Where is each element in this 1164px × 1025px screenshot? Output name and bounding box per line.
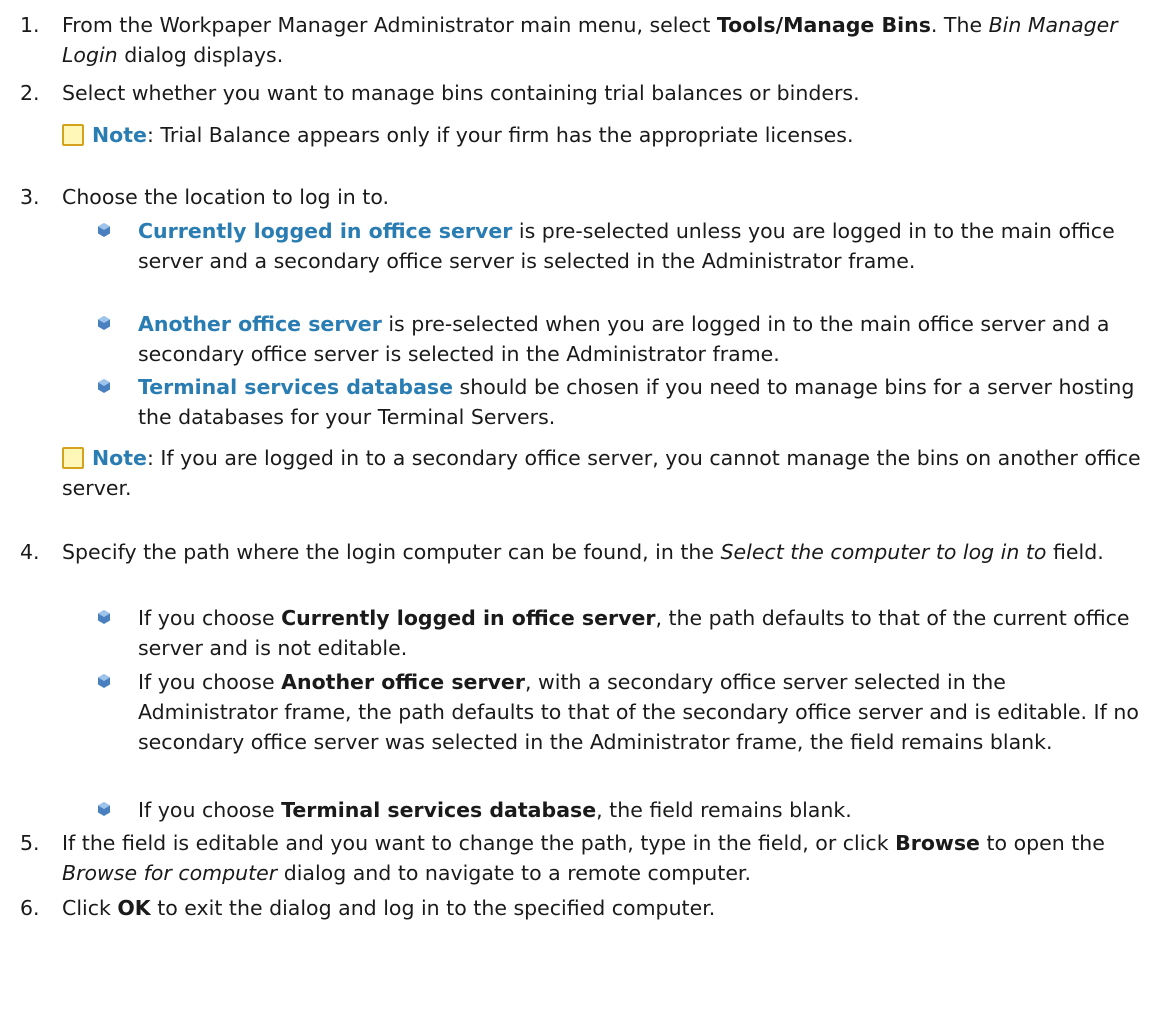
note-text: : If you are logged in to a secondary of… bbox=[62, 446, 1141, 500]
note-1: Note: Trial Balance appears only if your… bbox=[62, 120, 1142, 150]
step-text: From the Workpaper Manager Administrator… bbox=[62, 13, 1118, 67]
note-icon bbox=[62, 124, 84, 146]
note-label: Note bbox=[92, 123, 147, 147]
note-text: : Trial Balance appears only if your fir… bbox=[146, 123, 854, 147]
step-number: 4. bbox=[20, 540, 40, 564]
browse-reference: Browse bbox=[895, 831, 980, 855]
bullet-icon bbox=[98, 223, 110, 237]
bullet-icon bbox=[98, 316, 110, 330]
field-name: Select the computer to log in to bbox=[720, 540, 1047, 564]
step-text: Select whether you want to manage bins c… bbox=[62, 81, 860, 105]
step-number: 6. bbox=[20, 896, 40, 920]
note-icon bbox=[62, 447, 84, 469]
menu-path: Tools/Manage Bins bbox=[716, 13, 931, 37]
bullet-icon bbox=[98, 674, 110, 688]
ok-reference: OK bbox=[117, 896, 151, 920]
step-number: 2. bbox=[20, 81, 40, 105]
step-number: 3. bbox=[20, 185, 40, 209]
step-text: If the field is editable and you want to… bbox=[62, 831, 1105, 885]
bullet-icon bbox=[98, 802, 110, 816]
note-label: Note bbox=[92, 446, 147, 470]
step-number: 5. bbox=[20, 831, 40, 855]
note-2: Note: If you are logged in to a secondar… bbox=[62, 443, 1142, 503]
document: 1. From the Workpaper Manager Administra… bbox=[0, 0, 1164, 1025]
bullet-icon bbox=[98, 379, 110, 393]
step-text: Choose the location to log in to. bbox=[62, 185, 390, 209]
step-text: Specify the path where the login compute… bbox=[62, 540, 1104, 564]
step-text: Click OK to exit the dialog and log in t… bbox=[62, 896, 716, 920]
step-number: 1. bbox=[20, 13, 40, 37]
dialog-name: Browse for computer bbox=[62, 861, 278, 885]
bullet-icon bbox=[98, 610, 110, 624]
